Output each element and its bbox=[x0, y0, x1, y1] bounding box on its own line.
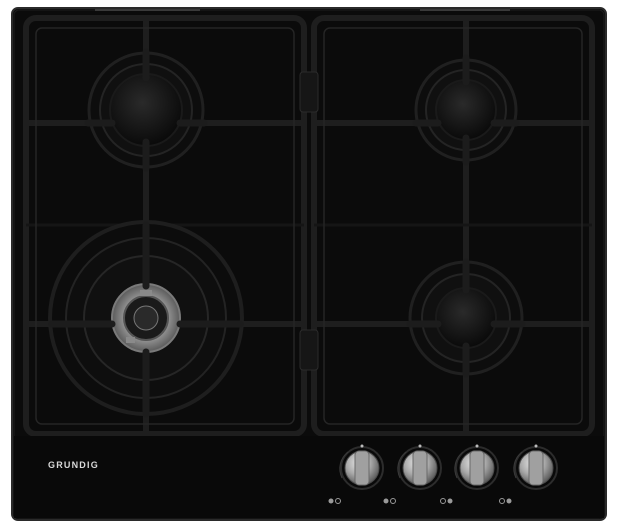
brand-logo: GRUNDIG bbox=[48, 460, 99, 470]
grate-divider-top bbox=[299, 71, 319, 113]
grate-divider-bottom bbox=[299, 329, 319, 371]
gas-hob-illustration bbox=[11, 7, 607, 521]
